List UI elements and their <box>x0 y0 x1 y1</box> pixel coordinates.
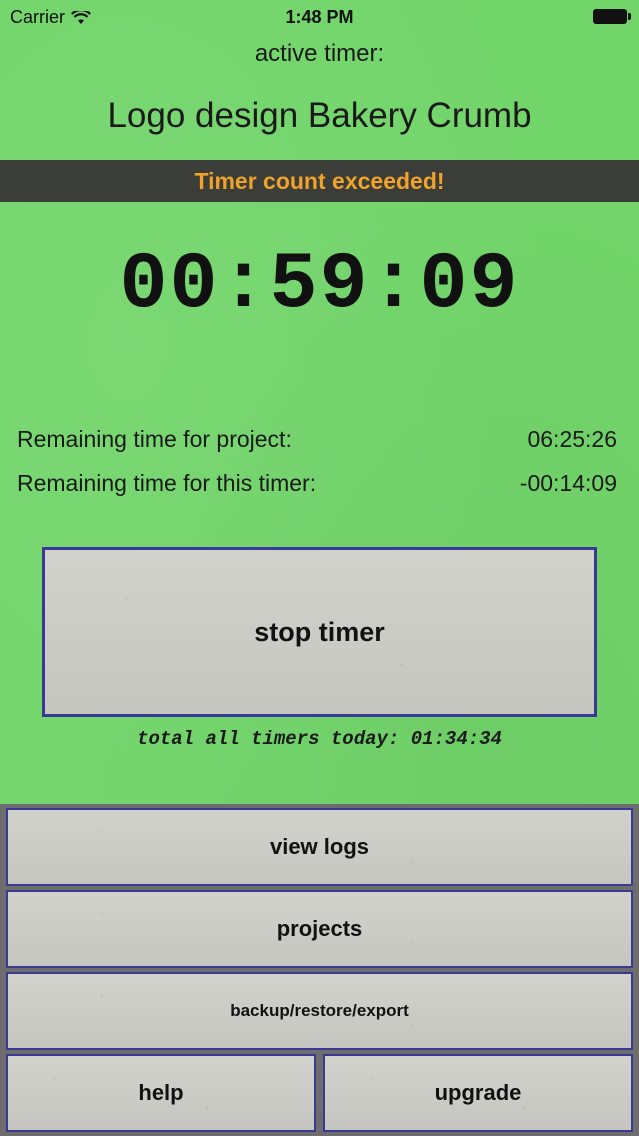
alert-banner: Timer count exceeded! <box>0 160 639 202</box>
project-remaining-value: 06:25:26 <box>527 425 617 452</box>
timer-remaining-label: Remaining time for this timer: <box>17 469 317 496</box>
upgrade-label: upgrade <box>434 1080 522 1105</box>
stop-timer-label: stop timer <box>254 616 385 647</box>
project-remaining-label: Remaining time for project: <box>17 425 292 452</box>
backup-label: backup/restore/export <box>230 1001 409 1020</box>
battery-icon <box>593 9 631 24</box>
help-label: help <box>138 1080 184 1105</box>
app-screen: Carrier 1:48 PM active timer: Logo desig… <box>0 0 639 1136</box>
timer-remaining-value: -00:14:09 <box>519 469 617 496</box>
elapsed-clock: 00:59:09 <box>119 240 520 331</box>
project-remaining-row: Remaining time for project: 06:25:26 <box>17 424 617 454</box>
stop-timer-button[interactable]: stop timer <box>42 547 597 717</box>
projects-label: projects <box>276 916 363 941</box>
help-button[interactable]: help <box>6 1054 316 1132</box>
backup-restore-export-button[interactable]: backup/restore/export <box>6 972 633 1050</box>
view-logs-label: view logs <box>269 834 370 859</box>
view-logs-button[interactable]: view logs <box>6 808 633 886</box>
active-timer-label: active timer: <box>254 40 385 67</box>
status-time: 1:48 PM <box>285 7 354 27</box>
upgrade-button[interactable]: upgrade <box>323 1054 633 1132</box>
projects-button[interactable]: projects <box>6 890 633 968</box>
timer-title: Logo design Bakery Crumb <box>107 96 532 135</box>
timer-remaining-row: Remaining time for this timer: -00:14:09 <box>17 468 617 498</box>
total-today: total all timers today: 01:34:34 <box>137 728 502 750</box>
alert-text: Timer count exceeded! <box>194 167 445 194</box>
status-bar: Carrier 1:48 PM <box>0 0 639 34</box>
